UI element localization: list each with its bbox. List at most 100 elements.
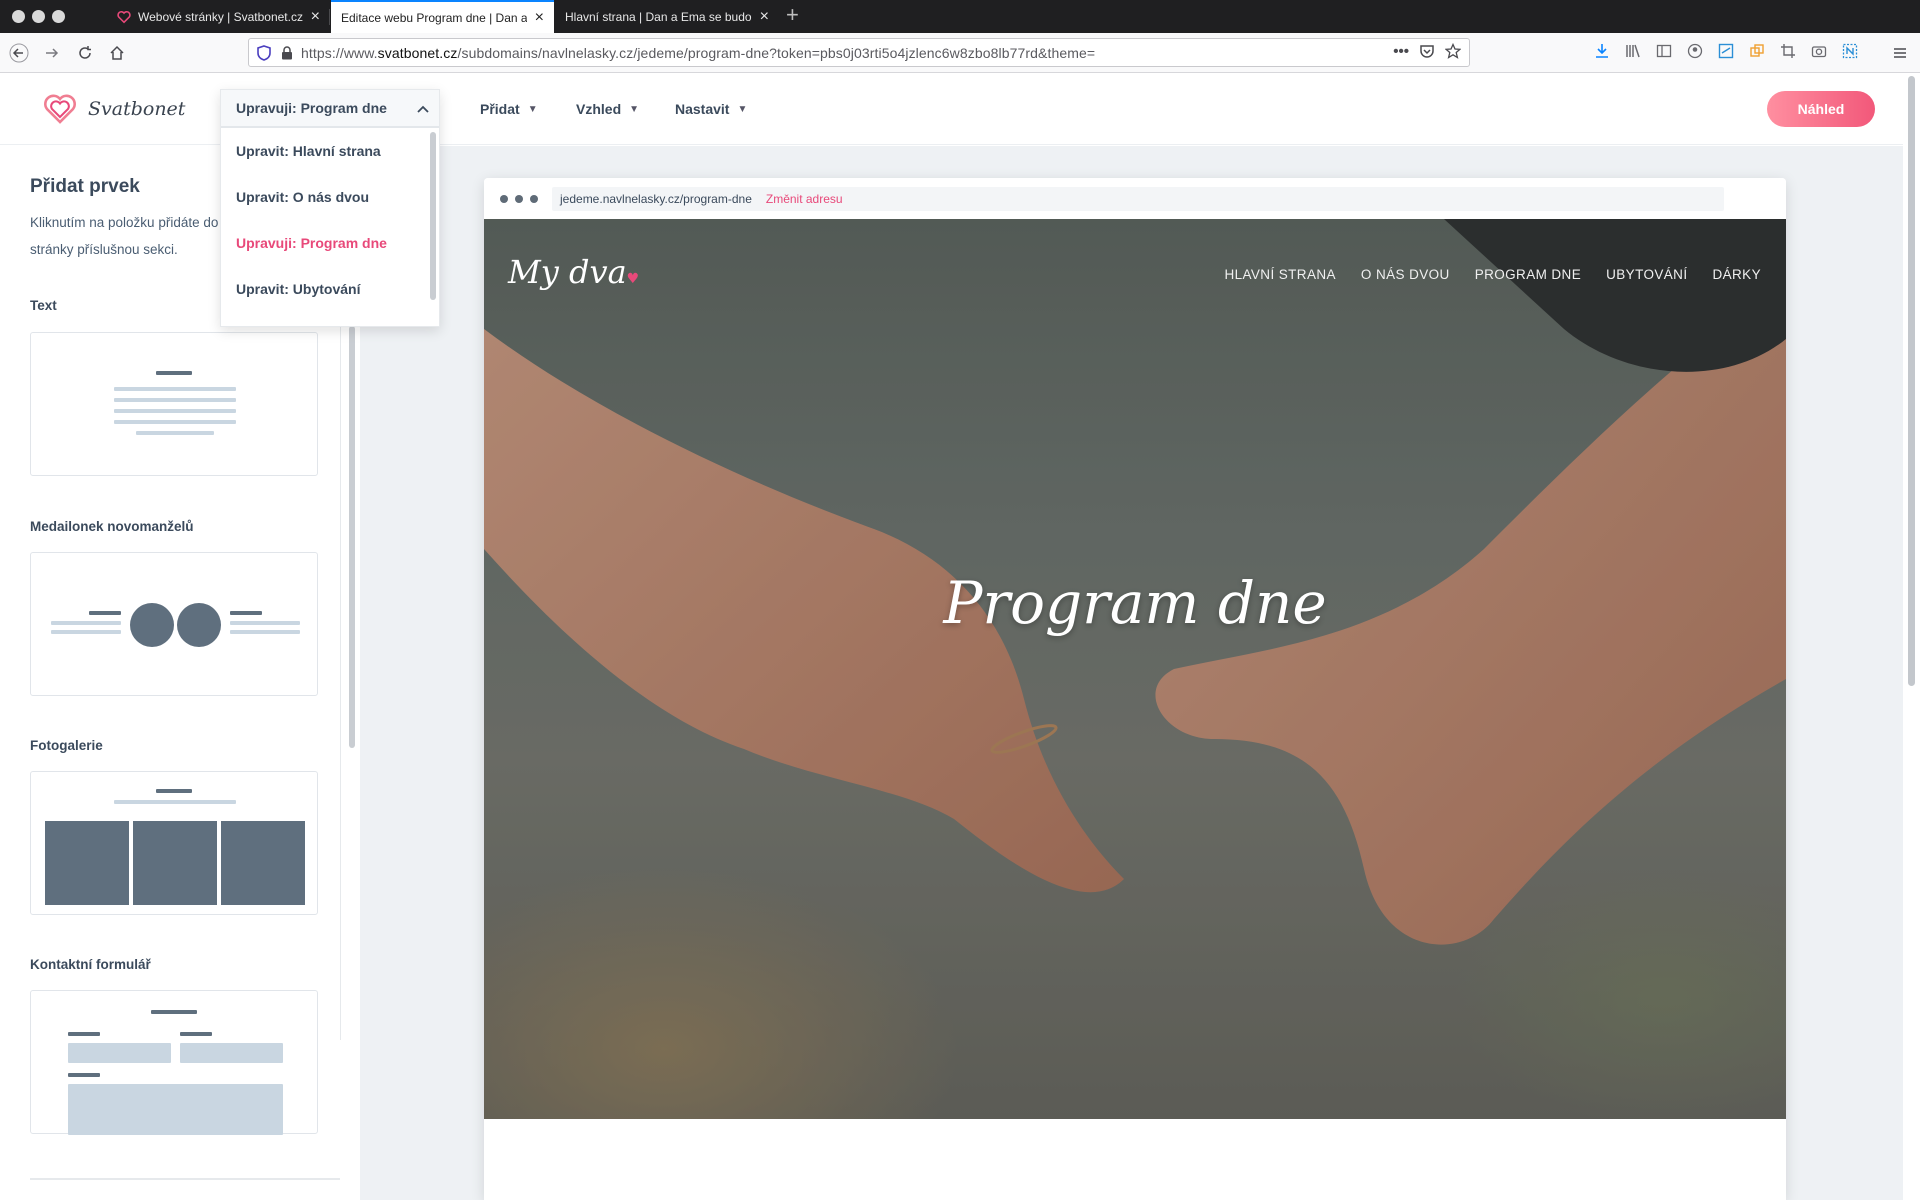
account-icon[interactable] — [1685, 41, 1705, 61]
site-logo[interactable]: My dva♥ — [508, 253, 639, 291]
menu-appearance[interactable]: Vzhled ▼ — [576, 101, 639, 117]
close-window-icon[interactable] — [12, 10, 25, 23]
forward-icon[interactable] — [41, 42, 63, 64]
placeholder-line — [230, 621, 300, 625]
close-tab-icon[interactable]: × — [311, 8, 320, 26]
page-selector-toggle[interactable]: Upravuji: Program dne — [221, 90, 439, 128]
browser-tab-3[interactable]: Hlavní strana | Dan a Ema se budou brát … — [555, 0, 779, 33]
placeholder-photo — [45, 821, 129, 905]
camera-icon[interactable] — [1809, 41, 1829, 61]
menu-settings[interactable]: Nastavit ▼ — [675, 101, 747, 117]
heart-icon: ♥ — [626, 271, 640, 287]
placeholder-heading — [156, 371, 192, 375]
browser-tab-2[interactable]: Editace webu Program dne | Dan a Ema × — [331, 0, 554, 34]
dropdown-item-accommodation[interactable]: Upravit: Ubytování — [221, 266, 439, 312]
notes-extension-icon[interactable] — [1840, 41, 1860, 61]
element-card-text[interactable] — [30, 332, 318, 476]
page-scrollbar[interactable] — [1908, 76, 1915, 686]
tab-title: Webové stránky | Svatbonet.cz — [138, 9, 303, 24]
browser-tab-1[interactable]: Webové stránky | Svatbonet.cz × — [106, 0, 330, 33]
sidebar-description: Kliknutím na položku přidáte do stránky … — [30, 215, 219, 257]
placeholder-input — [68, 1043, 171, 1063]
site-nav-program[interactable]: PROGRAM DNE — [1475, 267, 1581, 282]
pocket-icon[interactable] — [1419, 43, 1435, 63]
browser-nav-bar: https://www.svatbonet.cz/subdomains/navl… — [0, 33, 1920, 73]
url-bar[interactable]: https://www.svatbonet.cz/subdomains/navl… — [248, 38, 1470, 67]
reload-icon[interactable] — [74, 42, 96, 64]
placeholder-heading — [151, 1010, 197, 1014]
placeholder-heading — [230, 611, 262, 615]
placeholder-textarea — [68, 1084, 283, 1135]
new-tab-icon[interactable]: + — [786, 2, 799, 28]
dropdown-item-program[interactable]: Upravuji: Program dne — [221, 220, 439, 266]
menu-label: Nastavit — [675, 101, 730, 117]
element-card-gallery[interactable] — [30, 771, 318, 915]
page-selector-dropdown: Upravuji: Program dne Upravit: Hlavní st… — [220, 89, 440, 327]
placeholder-avatar — [130, 603, 174, 647]
lock-icon[interactable] — [281, 45, 293, 60]
tab-separator — [329, 9, 330, 25]
maximize-window-icon[interactable] — [52, 10, 65, 23]
menu-add[interactable]: Přidat ▼ — [480, 101, 538, 117]
dropdown-item-home[interactable]: Upravit: Hlavní strana — [221, 128, 439, 174]
dropdown-scrollbar[interactable] — [430, 132, 436, 300]
back-icon[interactable] — [8, 42, 30, 64]
element-card-couple[interactable] — [30, 552, 318, 696]
sidebar-toggle-icon[interactable] — [1654, 41, 1674, 61]
placeholder-heading — [89, 611, 121, 615]
hero-image[interactable]: My dva♥ HLAVNÍ STRANA O NÁS DVOU PROGRAM… — [484, 219, 1786, 1119]
placeholder-line — [114, 800, 236, 804]
home-icon[interactable] — [106, 42, 128, 64]
close-tab-icon[interactable]: × — [760, 8, 769, 26]
sidebar-title: Přidat prvek — [30, 176, 140, 197]
screenshot-extension-icon[interactable] — [1716, 41, 1736, 61]
url-domain: svatbonet.cz — [377, 44, 458, 61]
site-logo-text: My dva — [508, 253, 627, 291]
section-label-text: Text — [30, 298, 57, 313]
url-prefix: https://www. — [301, 44, 378, 61]
placeholder-heading — [156, 789, 192, 793]
placeholder-line — [51, 630, 121, 634]
placeholder-avatar — [177, 603, 221, 647]
placeholder-line — [230, 630, 300, 634]
library-icon[interactable] — [1623, 41, 1643, 61]
heart-logo-icon — [44, 94, 76, 124]
site-nav-about[interactable]: O NÁS DVOU — [1361, 267, 1450, 282]
svatbonet-favicon-icon — [116, 9, 132, 25]
site-navigation: HLAVNÍ STRANA O NÁS DVOU PROGRAM DNE UBY… — [1224, 267, 1761, 282]
browser-tab-bar: Webové stránky | Svatbonet.cz × Editace … — [0, 0, 1920, 34]
placeholder-line — [114, 398, 236, 402]
chevron-down-icon: ▼ — [629, 103, 640, 115]
url-path: /subdomains/navlnelasky.cz/jedeme/progra… — [457, 44, 1096, 61]
site-nav-accommodation[interactable]: UBYTOVÁNÍ — [1606, 267, 1687, 282]
hero-title[interactable]: Program dne — [484, 569, 1786, 637]
change-address-link[interactable]: Změnit adresu — [766, 192, 843, 206]
crop-icon[interactable] — [1778, 41, 1798, 61]
minimize-window-icon[interactable] — [32, 10, 45, 23]
placeholder-label — [68, 1073, 100, 1077]
download-icon[interactable] — [1592, 41, 1612, 61]
current-page-label: Upravuji: Program dne — [236, 100, 387, 116]
sidebar-scrollbar[interactable] — [349, 326, 355, 748]
placeholder-line — [136, 431, 214, 435]
tracking-shield-icon[interactable] — [257, 44, 273, 61]
preview-address-bar: jedeme.navlnelasky.cz/program-dne Změnit… — [484, 178, 1786, 219]
placeholder-line — [114, 409, 236, 413]
sidebar-divider — [30, 1178, 340, 1180]
chevron-down-icon: ▼ — [527, 103, 538, 115]
hamburger-menu-icon[interactable] — [1889, 42, 1911, 64]
url-actions: ••• — [1393, 42, 1462, 63]
placeholder-input — [180, 1043, 283, 1063]
dropdown-item-about[interactable]: Upravit: O nás dvou — [221, 174, 439, 220]
placeholder-label — [68, 1032, 100, 1036]
preview-button[interactable]: Náhled — [1767, 91, 1875, 127]
close-tab-icon[interactable]: × — [535, 9, 544, 27]
site-nav-home[interactable]: HLAVNÍ STRANA — [1224, 267, 1335, 282]
bookmark-star-icon[interactable] — [1444, 42, 1462, 63]
element-card-contact[interactable] — [30, 990, 318, 1135]
multi-container-icon[interactable] — [1747, 41, 1767, 61]
svatbonet-logo[interactable]: Svatbonet — [42, 93, 185, 125]
site-nav-gifts[interactable]: DÁRKY — [1712, 267, 1761, 282]
more-actions-icon[interactable]: ••• — [1393, 43, 1409, 63]
tab-title: Hlavní strana | Dan a Ema se budou brát — [565, 9, 752, 24]
